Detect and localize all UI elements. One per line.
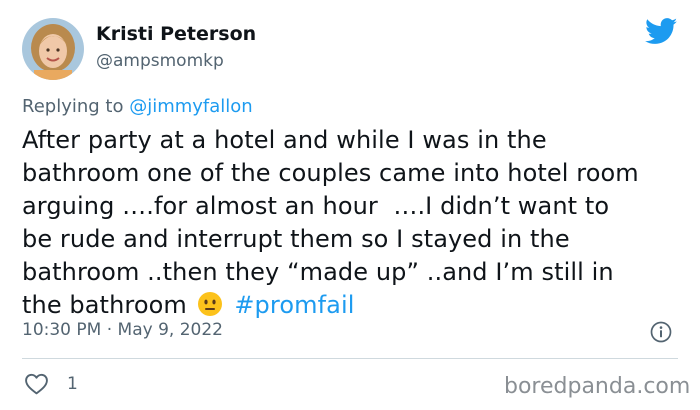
hashtag-link[interactable]: #promfail — [234, 291, 354, 319]
tweet-line: After party at a hotel and while I was i… — [22, 126, 547, 154]
watermark: boredpanda.com — [504, 374, 691, 399]
tweet-line: arguing ….for almost an hour ….I didn’t … — [22, 192, 610, 220]
tweet-line: be rude and interrupt them so I stayed i… — [22, 225, 570, 253]
like-button[interactable]: 1 — [24, 372, 78, 395]
tweet-last-line-text: the bathroom — [22, 291, 187, 319]
neutral-face-emoji-icon — [197, 291, 223, 317]
info-icon[interactable] — [650, 321, 672, 343]
tweet-last-line: the bathroom #promfail — [22, 289, 682, 322]
author-display-name[interactable]: Kristi Peterson — [96, 23, 256, 45]
reply-context: Replying to @jimmyfallon — [22, 96, 253, 117]
reply-prefix: Replying to — [22, 96, 130, 117]
divider — [22, 358, 678, 359]
heart-icon — [25, 373, 48, 395]
like-count: 1 — [67, 373, 78, 394]
author-handle[interactable]: @ampsmomkp — [96, 51, 224, 71]
tweet-line: bathroom ..then they “made up” ..and I’m… — [22, 258, 614, 286]
profile-photo — [22, 18, 84, 80]
tweet-text: After party at a hotel and while I was i… — [22, 124, 682, 322]
reply-target-link[interactable]: @jimmyfallon — [129, 96, 253, 117]
tweet-line: bathroom one of the couples came into ho… — [22, 159, 639, 187]
avatar[interactable] — [22, 18, 84, 80]
tweet-timestamp[interactable]: 10:30 PM · May 9, 2022 — [22, 320, 223, 340]
twitter-bird-icon[interactable] — [645, 18, 678, 45]
